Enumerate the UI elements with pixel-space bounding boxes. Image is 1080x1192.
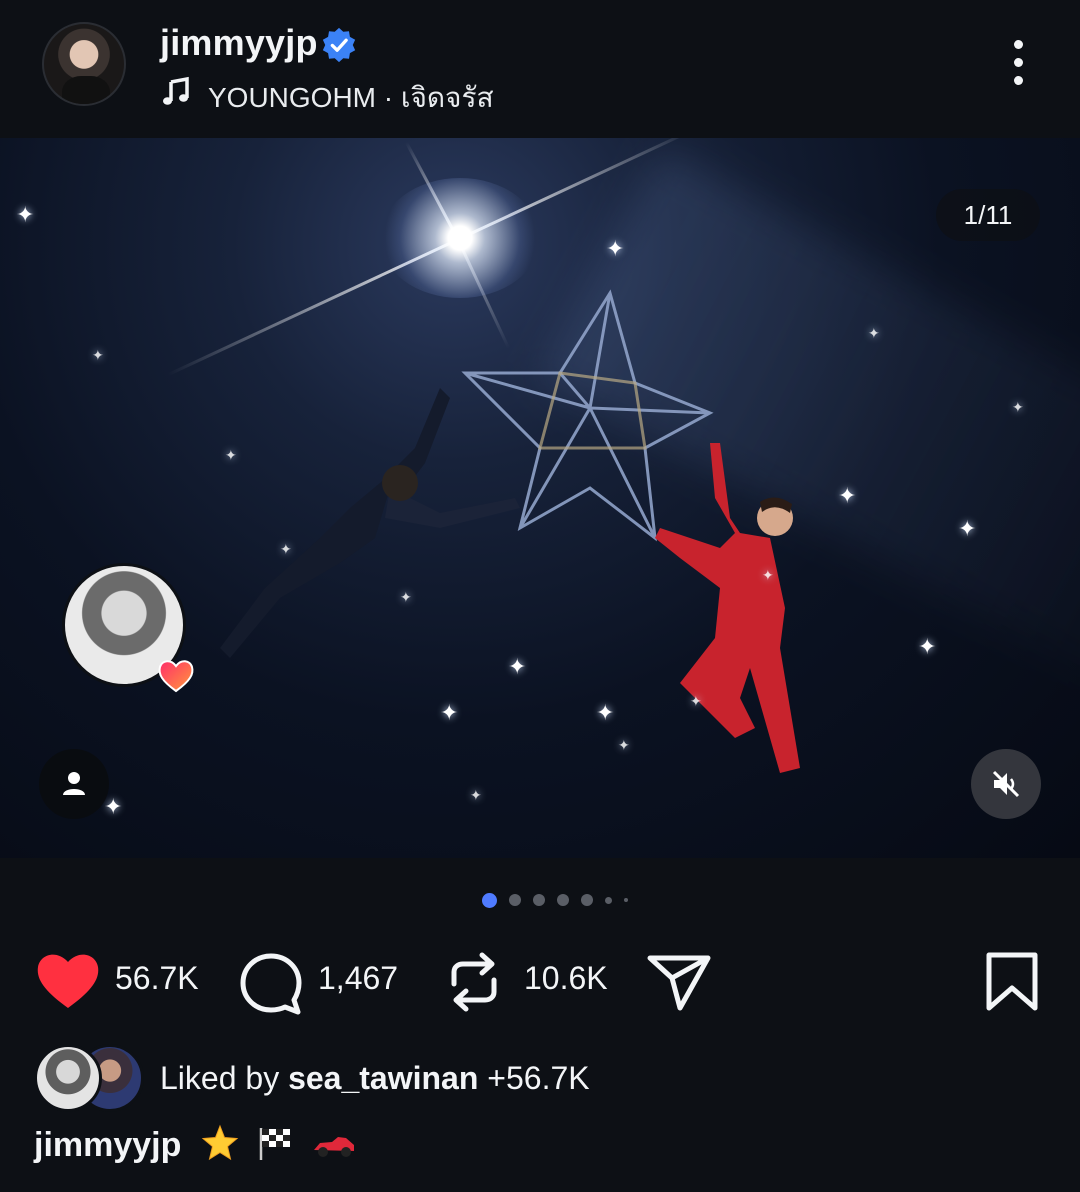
author-username[interactable]: jimmyyjp <box>160 22 318 64</box>
caption-username[interactable]: jimmyyjp <box>34 1126 181 1164</box>
performer-right <box>655 443 800 773</box>
race-car-emoji-icon <box>313 1137 354 1157</box>
sparkle: ✦ <box>400 589 412 605</box>
repost-count[interactable]: 10.6K <box>524 960 608 997</box>
sparkle: ✦ <box>92 347 104 363</box>
liked-by-text[interactable]: Liked by sea_tawinan +56.7K <box>160 1060 590 1097</box>
song-label[interactable]: YOUNGOHM · เจิดจรัส <box>208 76 494 120</box>
performer-left <box>220 388 520 658</box>
bookmark-icon[interactable] <box>984 950 1040 1014</box>
sparkle: ✦ <box>280 541 292 557</box>
caption: jimmyyjp <box>34 1124 356 1165</box>
user-tag-button[interactable] <box>39 749 109 819</box>
carousel-counter: 1/11 <box>936 189 1040 241</box>
sparkle: ✦ <box>225 447 237 463</box>
like-count[interactable]: 56.7K <box>115 960 199 997</box>
share-icon[interactable] <box>646 950 712 1012</box>
liked-by-avatars[interactable] <box>34 1044 146 1114</box>
star-emoji-icon <box>201 1124 239 1161</box>
sparkle: ✦ <box>838 483 857 508</box>
sparkle: ✦ <box>958 516 977 541</box>
carousel-dot <box>557 894 569 906</box>
carousel-dot <box>605 896 612 904</box>
checkered-flag-emoji-icon <box>260 1128 291 1160</box>
carousel-dot <box>624 898 628 902</box>
author-avatar[interactable] <box>42 22 126 106</box>
liked-by-count: +56.7K <box>478 1060 590 1096</box>
sparkle: ✦ <box>470 787 482 803</box>
mute-icon <box>992 770 1020 798</box>
carousel-dot <box>581 894 593 906</box>
carousel-indicator <box>482 892 640 908</box>
mute-button[interactable] <box>971 749 1041 819</box>
sparkle: ✦ <box>690 693 702 709</box>
user-tag-icon <box>63 772 85 795</box>
verified-icon <box>322 27 356 63</box>
post-header: jimmyyjp YOUNGOHM · เจิดจรัส <box>0 0 1080 138</box>
comment-icon[interactable] <box>238 950 304 1016</box>
sparkle: ✦ <box>508 654 527 679</box>
sparkle: ✦ <box>1012 399 1024 415</box>
post-media[interactable]: ✦ ✦ ✦ ✦ ✦ ✦ ✦ ✦ ✦ ✦ ✦ ✦ ✦ ✦ ✦ ✦ ✦ ✦ ✦ 1/… <box>0 138 1080 858</box>
heart-reaction-icon <box>158 660 194 693</box>
sparkle: ✦ <box>104 794 123 819</box>
repost-icon[interactable] <box>446 950 502 1014</box>
comment-count[interactable]: 1,467 <box>318 960 398 997</box>
sparkle: ✦ <box>16 202 35 227</box>
sparkle: ✦ <box>606 236 625 261</box>
sparkle: ✦ <box>440 700 459 725</box>
carousel-dot-active <box>482 892 497 908</box>
heart-icon[interactable] <box>34 950 102 1012</box>
avatar <box>34 1044 102 1112</box>
liked-by-user[interactable]: sea_tawinan <box>288 1060 478 1096</box>
sparkle: ✦ <box>762 567 774 583</box>
sparkle: ✦ <box>596 700 615 725</box>
more-icon[interactable] <box>1004 40 1032 92</box>
sparkle: ✦ <box>618 737 630 753</box>
music-note-icon <box>163 76 189 105</box>
sparkle: ✦ <box>918 634 937 659</box>
action-bar: 56.7K 1,467 10.6K <box>0 940 1080 1020</box>
carousel-dot <box>509 894 521 906</box>
carousel-dot <box>533 894 545 906</box>
liked-by-prefix: Liked by <box>160 1060 289 1096</box>
sparkle: ✦ <box>868 325 880 341</box>
